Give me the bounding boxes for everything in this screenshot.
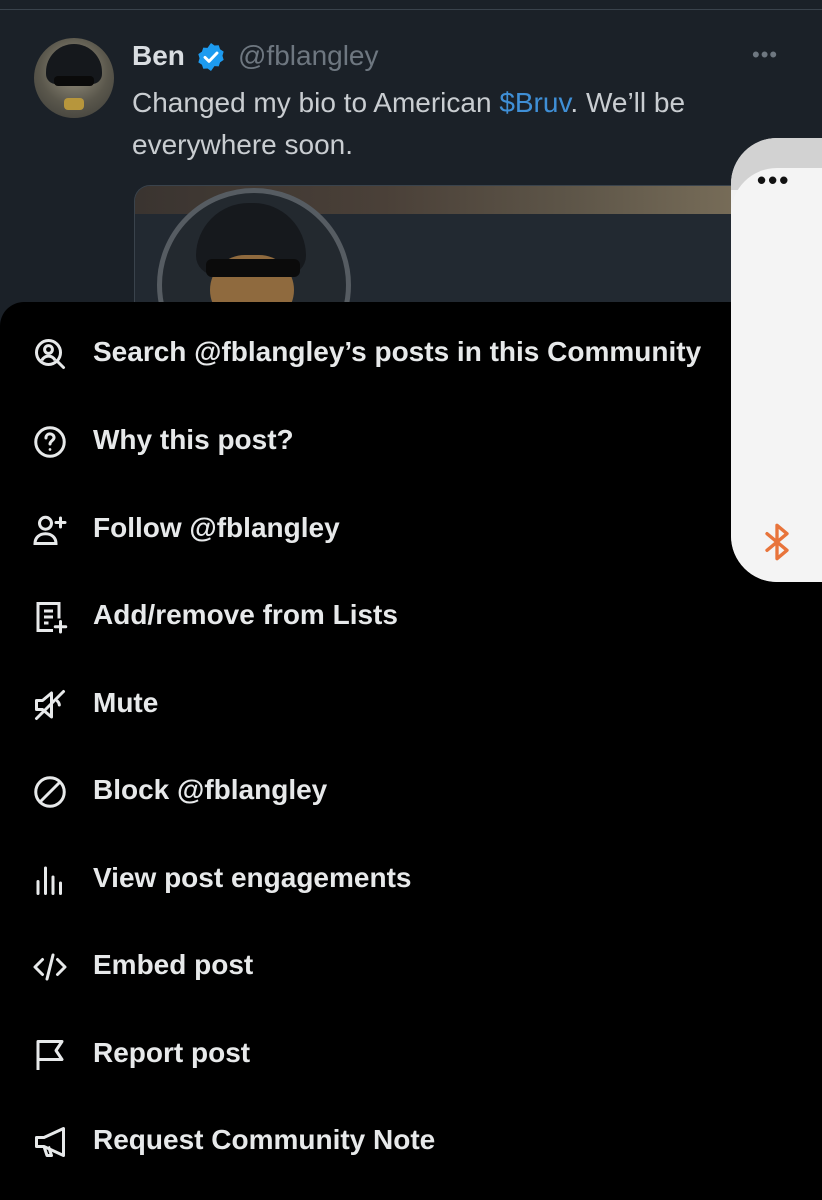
menu-item-embed[interactable]: Embed post — [0, 927, 822, 1007]
block-icon — [32, 774, 68, 810]
verified-badge-icon — [198, 43, 224, 71]
speaker-mute-icon — [32, 687, 68, 723]
bluetooth-icon[interactable] — [757, 520, 797, 564]
megaphone-icon — [32, 1124, 68, 1160]
menu-item-label: Report post — [93, 1037, 251, 1068]
cashtag-link[interactable]: $Bruv — [499, 87, 570, 118]
menu-item-community-note[interactable]: Request Community Note — [0, 1102, 822, 1182]
menu-item-label: Request Community Note — [93, 1124, 436, 1155]
menu-item-block[interactable]: Block @fblangley — [0, 752, 822, 832]
tweet-text: Changed my bio to American $Bruv. We’ll … — [132, 82, 752, 166]
more-horizontal-icon[interactable]: ••• — [752, 42, 778, 68]
user-search-icon — [32, 336, 68, 372]
menu-item-engagements[interactable]: View post engagements — [0, 840, 822, 920]
tweet-card[interactable]: Ben @fblangley ••• Changed my bio to Ame… — [0, 0, 822, 311]
menu-item-label: Why this post? — [93, 424, 294, 455]
menu-item-mute[interactable]: Mute — [0, 665, 822, 745]
list-add-icon — [32, 599, 68, 635]
avatar[interactable] — [34, 38, 114, 118]
embedded-media[interactable] — [134, 185, 756, 311]
menu-item-lists[interactable]: Add/remove from Lists — [0, 577, 822, 657]
menu-item-why-this-post[interactable]: Why this post? — [0, 402, 822, 482]
menu-item-label: Block @fblangley — [93, 774, 328, 805]
menu-item-label: Follow @fblangley — [93, 512, 340, 543]
menu-item-label: Embed post — [93, 949, 254, 980]
menu-item-follow[interactable]: Follow @fblangley — [0, 490, 822, 570]
author-handle[interactable]: @fblangley — [238, 40, 379, 72]
side-panel-handle[interactable]: ••• — [731, 138, 822, 582]
tweet-text-part: Changed my bio to American — [132, 87, 500, 118]
bar-chart-icon — [32, 862, 68, 898]
more-dots-icon[interactable]: ••• — [757, 167, 790, 193]
menu-item-label: Search @fblangley’s posts in this Commun… — [93, 336, 702, 367]
user-plus-icon — [32, 512, 68, 548]
author-name[interactable]: Ben — [132, 40, 185, 72]
menu-item-label: View post engagements — [93, 862, 412, 893]
flag-icon — [32, 1037, 68, 1073]
menu-item-search-posts[interactable]: Search @fblangley’s posts in this Commun… — [0, 314, 822, 394]
question-circle-icon — [32, 424, 68, 460]
menu-item-label: Mute — [93, 687, 159, 718]
code-icon — [32, 949, 68, 985]
options-sheet: Search @fblangley’s posts in this Commun… — [0, 302, 822, 1200]
menu-item-label: Add/remove from Lists — [93, 599, 398, 630]
menu-item-report[interactable]: Report post — [0, 1015, 822, 1095]
